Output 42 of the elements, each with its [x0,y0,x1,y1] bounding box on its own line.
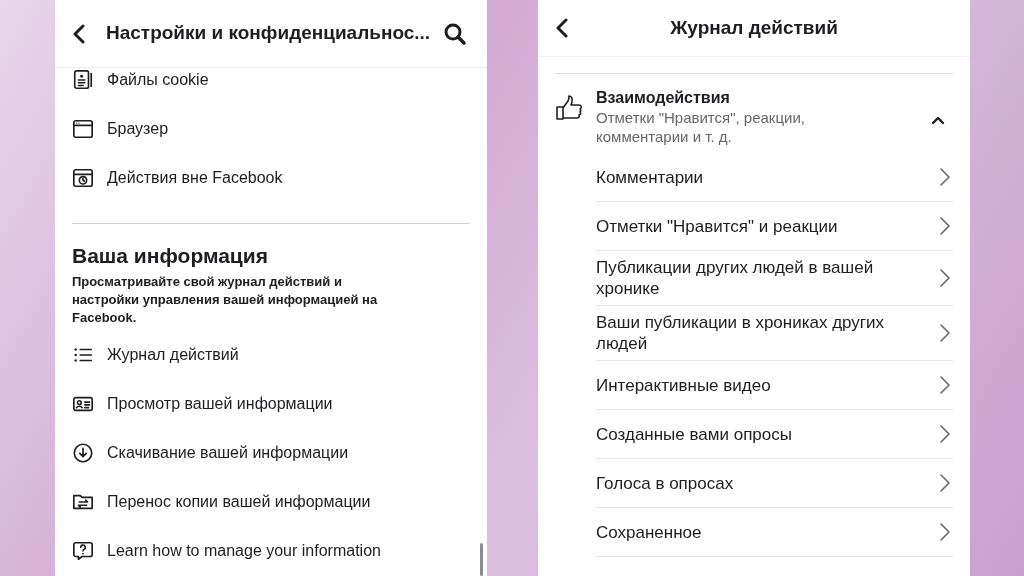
settings-item[interactable]: Действия вне Facebook [72,166,470,190]
browser-history-icon [72,167,94,189]
activity-item[interactable]: Отметки "Нравится" и реакции [596,202,953,251]
chevron-up-icon[interactable] [931,115,945,126]
scrollbar[interactable] [480,543,483,576]
chevron-right-icon [939,167,951,187]
window-title: Настройки и конфиденциальнос... [106,21,432,46]
chevron-right-icon [939,473,951,493]
back-icon[interactable] [555,18,569,38]
help-bubble-icon [72,540,94,562]
thumbs-up-icon [555,94,583,122]
chevron-right-icon [939,268,951,288]
category-subtitle: Отметки "Нравится", реакции, комментарии и т. д. [596,108,806,146]
settings-item[interactable]: Перенос копии вашей информации [72,490,470,514]
settings-item[interactable]: Learn how to manage your information [72,539,470,563]
chevron-right-icon [939,424,951,444]
activity-item[interactable]: Ваши публикации в хрониках других людей [596,306,953,361]
settings-item[interactable]: Файлы cookie [72,68,470,92]
section-heading: Ваша информация [72,243,269,269]
activity-item[interactable]: Сохраненное [596,508,953,557]
settings-item[interactable]: Просмотр вашей информации [72,392,470,416]
download-icon [72,442,94,464]
back-icon[interactable] [72,23,86,44]
document-icon [72,69,94,91]
settings-item[interactable]: Журнал действий [72,343,470,367]
chevron-right-icon [939,522,951,542]
chevron-right-icon [939,375,951,395]
activity-item[interactable]: Созданные вами опросы [596,410,953,459]
activity-item[interactable]: Публикации других людей в вашей хронике [596,251,953,306]
browser-window-icon [72,118,94,140]
category-row[interactable]: Взаимодействия Отметки "Нравится", реакции, комментарии и т. д. [538,88,970,150]
chevron-right-icon [939,216,951,236]
activity-item[interactable]: Комментарии [596,153,953,202]
section-description: Просматривайте свой журнал действий и настройки управления вашей информацией на Facebook. [72,273,379,327]
category-title: Взаимодействия [596,88,731,108]
search-icon[interactable] [443,21,467,46]
activity-item[interactable]: Интерактивные видео [596,361,953,410]
settings-item[interactable]: Скачивание вашей информации [72,441,470,465]
settings-item[interactable]: Браузер [72,117,470,141]
activity-item[interactable]: Голоса в опросах [596,459,953,508]
window-title: Журнал действий [669,15,839,40]
chevron-right-icon [939,323,951,343]
